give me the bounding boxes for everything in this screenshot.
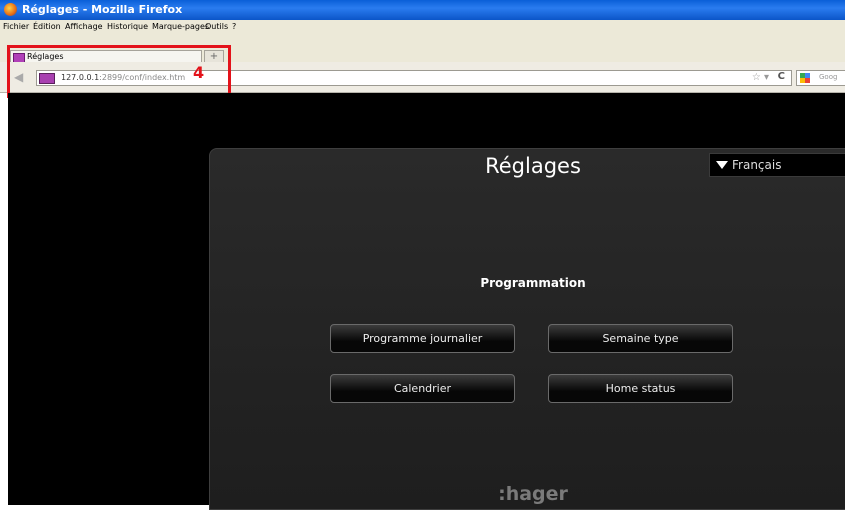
menu-historique[interactable]: Historique [107, 22, 148, 31]
window-title: Réglages - Mozilla Firefox [22, 3, 183, 16]
menu-outils[interactable]: Outils [205, 22, 228, 31]
calendrier-button[interactable]: Calendrier [330, 374, 515, 403]
settings-panel: Réglages Français Programmation Programm… [209, 148, 845, 510]
google-icon[interactable] [800, 73, 810, 83]
language-selector[interactable]: Français [709, 153, 845, 177]
menu-marque-pages[interactable]: Marque-pages [152, 22, 209, 31]
menu-fichier[interactable]: Fichier [3, 22, 29, 31]
programme-journalier-button[interactable]: Programme journalier [330, 324, 515, 353]
menu-edition[interactable]: Édition [33, 22, 61, 31]
window-titlebar: Réglages - Mozilla Firefox [0, 0, 845, 20]
menu-help[interactable]: ? [232, 22, 236, 31]
search-placeholder: Goog [819, 73, 838, 81]
bookmark-star-icon[interactable]: ☆ ▾ [752, 72, 769, 83]
semaine-type-button[interactable]: Semaine type [548, 324, 733, 353]
menu-bar: Fichier Édition Affichage Historique Mar… [0, 20, 845, 34]
section-title: Programmation [480, 276, 586, 290]
dropdown-triangle-icon [716, 161, 728, 169]
menu-affichage[interactable]: Affichage [65, 22, 103, 31]
home-status-button[interactable]: Home status [548, 374, 733, 403]
reload-icon[interactable]: C [778, 71, 785, 82]
page-content: Réglages Français Programmation Programm… [8, 93, 845, 510]
language-label: Français [732, 158, 782, 172]
annotation-number: 4 [193, 63, 205, 82]
firefox-icon [4, 3, 17, 16]
hager-logo: :hager [498, 483, 568, 505]
search-box[interactable]: Goog [796, 70, 845, 86]
